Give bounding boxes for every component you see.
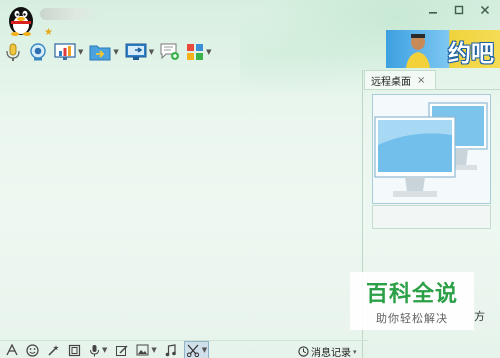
partial-text: 方 [474,310,485,323]
voice-message-button[interactable]: ▼ [89,342,107,358]
remote-desktop-button[interactable]: ▼ [125,41,154,63]
chevron-down-icon[interactable]: ▾ [353,348,357,356]
font-icon [6,344,18,356]
font-button[interactable] [6,342,18,358]
tab-remote-desktop[interactable]: 远程桌面 × [364,70,436,89]
microphone-icon [6,43,20,61]
avatar[interactable] [6,4,36,36]
new-discussion-button[interactable] [160,41,180,63]
close-icon[interactable]: × [417,75,425,86]
top-toolbar: ▼ ▼ ▼ ▼ [4,41,218,63]
scissors-icon [186,344,199,357]
watermark-subtitle: 助你轻松解决 [376,312,448,325]
message-area[interactable] [0,70,362,338]
apps-grid-icon [187,44,204,60]
minimize-icon[interactable] [426,3,440,17]
ad-text: 约吧 [448,41,494,67]
screenshot-button[interactable]: ▼ [183,341,210,358]
remote-desktop-preview[interactable] [372,94,491,204]
watermark-title: 百科全说 [365,282,458,307]
image-button[interactable]: ▼ [136,342,157,358]
chat-add-icon [160,43,180,60]
video-clip-button[interactable] [68,342,81,358]
chevron-down-icon[interactable]: ▼ [149,48,154,56]
chevron-down-icon[interactable]: ▼ [206,48,211,56]
screen-share-button[interactable]: ▼ [54,41,83,63]
chevron-down-icon[interactable]: ▼ [102,346,107,354]
pen-icon [116,345,128,356]
message-history-button[interactable]: 消息记录 ▾ [298,344,357,358]
emoji-button[interactable] [26,342,39,358]
chat-window: ★ 约吧 ▼ ▼ ▼ ▼ 远程桌面 × 方 百科全说 助你轻松解决 ▼ ▼ ▼ … [0,0,500,358]
tab-underline [364,89,500,90]
watermark: 百科全说 助你轻松解决 [350,272,474,330]
chart-monitor-icon [54,43,76,60]
person-figure-icon [406,34,430,68]
history-label: 消息记录 [311,348,351,358]
send-file-button[interactable]: ▼ [89,41,119,63]
chevron-down-icon[interactable]: ▼ [202,346,207,354]
film-icon [68,344,81,356]
remote-screen-icon [125,43,147,60]
nickname-blurred [40,8,100,20]
dual-monitor-icon [373,95,490,203]
chevron-down-icon[interactable]: ▼ [113,48,118,56]
music-button[interactable] [165,342,176,358]
apps-button[interactable]: ▼ [186,41,212,63]
chevron-down-icon[interactable]: ▼ [78,48,83,56]
close-icon[interactable] [478,3,492,17]
window-controls [426,3,492,17]
folder-icon [89,45,111,61]
smiley-icon [26,343,39,357]
video-call-button[interactable] [28,41,48,63]
handwriting-button[interactable] [115,342,128,358]
magic-wand-icon [48,344,59,356]
image-icon [136,344,149,356]
tab-label: 远程桌面 [371,76,411,88]
webcam-icon [30,43,46,61]
ad-banner[interactable]: 约吧 [386,30,500,68]
remote-desktop-action-bar[interactable] [372,205,491,229]
voice-call-button[interactable] [4,41,22,63]
clock-icon [298,346,309,357]
microphone-icon [90,344,99,356]
chevron-down-icon[interactable]: ▼ [151,346,156,354]
star-icon: ★ [44,27,53,38]
magic-button[interactable] [47,342,60,358]
maximize-icon[interactable] [452,3,466,17]
music-note-icon [165,343,176,356]
